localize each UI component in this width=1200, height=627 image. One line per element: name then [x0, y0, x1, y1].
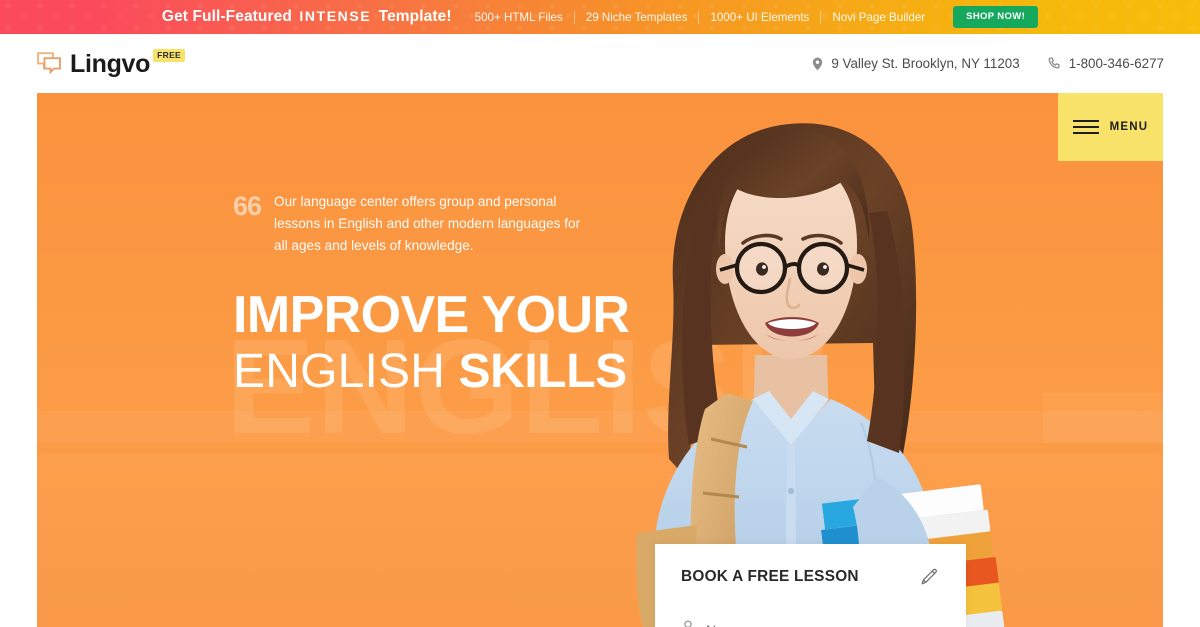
promo-feature-item: 500+ HTML Files: [474, 10, 563, 24]
hero-headline-line1: IMPROVE YOUR: [233, 286, 630, 344]
shop-now-button[interactable]: SHOP NOW!: [953, 6, 1039, 28]
menu-button[interactable]: MENU: [1058, 93, 1163, 161]
hero-headline-line2: ENGLISH SKILLS: [233, 344, 633, 400]
promo-feature-list: 500+ HTML Files 29 Niche Templates 1000+…: [464, 10, 937, 24]
hero-quote: 66 Our language center offers group and …: [233, 191, 633, 257]
pencil-icon[interactable]: [918, 566, 940, 588]
promo-headline: Get Full-Featured INTENSE Template!: [162, 8, 452, 26]
hero-band-decor: [37, 453, 1163, 627]
logo-free-badge: FREE: [153, 49, 186, 62]
header-contact-group: 9 Valley St. Brooklyn, NY 11203 1-800-34…: [812, 56, 1164, 71]
hero-block-decor: [1043, 393, 1163, 443]
hamburger-icon: [1072, 120, 1099, 134]
header-address[interactable]: 9 Valley St. Brooklyn, NY 11203: [812, 56, 1020, 71]
header-phone-text: 1-800-346-6277: [1068, 56, 1164, 71]
hero-section-wrapper: ENGLISH 66 Our language center offers gr…: [0, 93, 1200, 627]
promo-headline-pre: Get Full-Featured: [161, 8, 292, 25]
site-header: Lingvo FREE 9 Valley St. Brooklyn, NY 11…: [0, 34, 1200, 93]
promo-brand-name: INTENSE: [299, 8, 372, 24]
hero-headline-skills: SKILLS: [458, 345, 627, 398]
phone-icon: [1048, 57, 1061, 70]
hero-headline: IMPROVE YOUR ENGLISH SKILLS: [233, 286, 633, 400]
booking-form-card: BOOK A FREE LESSON: [655, 544, 966, 627]
speech-bubbles-icon: [36, 51, 62, 76]
map-pin-icon: [812, 57, 823, 71]
header-address-text: 9 Valley St. Brooklyn, NY 11203: [831, 56, 1020, 71]
header-phone[interactable]: 1-800-346-6277: [1048, 56, 1164, 71]
hero-quote-text: Our language center offers group and per…: [274, 194, 581, 253]
hero-headline-english: ENGLISH: [233, 345, 446, 398]
user-icon: [681, 620, 695, 627]
promo-banner: Get Full-Featured INTENSE Template! 500+…: [0, 0, 1200, 34]
quote-mark-icon: 66: [233, 191, 262, 221]
hero-copy: 66 Our language center offers group and …: [233, 191, 633, 400]
booking-form-title: BOOK A FREE LESSON: [681, 568, 859, 585]
booking-name-input[interactable]: [706, 622, 940, 627]
logo-text: Lingvo: [70, 50, 151, 78]
promo-feature-item: Novi Page Builder: [832, 10, 926, 24]
menu-button-label: MENU: [1109, 121, 1149, 133]
promo-feature-item: 1000+ UI Elements: [710, 10, 810, 24]
promo-headline-post: Template!: [378, 8, 452, 25]
booking-name-field[interactable]: [681, 610, 940, 627]
hero-section: ENGLISH 66 Our language center offers gr…: [37, 93, 1163, 627]
booking-form-header: BOOK A FREE LESSON: [681, 566, 940, 610]
promo-feature-item: 29 Niche Templates: [585, 10, 688, 24]
hero-band-decor: [37, 411, 1163, 443]
logo[interactable]: Lingvo FREE: [36, 49, 190, 78]
